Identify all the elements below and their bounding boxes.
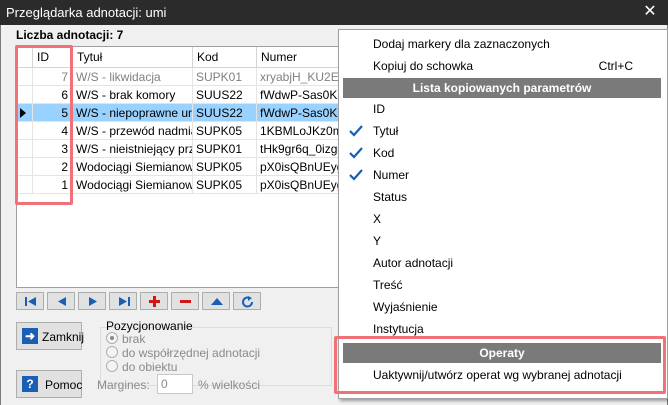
menu-param-label: Kod xyxy=(373,146,395,160)
margins-label: Margines: xyxy=(97,378,150,392)
menu-param-label: Y xyxy=(373,234,382,248)
menu-param-item[interactable]: Autor adnotacji xyxy=(339,252,667,274)
first-icon xyxy=(25,297,36,306)
column-header-title[interactable]: Tytuł xyxy=(73,47,193,67)
menu-param-item[interactable]: Numer xyxy=(339,164,667,186)
menu-param-item[interactable]: Treść xyxy=(339,274,667,296)
menu-param-item[interactable]: ID xyxy=(339,98,667,120)
next-icon xyxy=(89,297,97,306)
menu-param-label: Status xyxy=(373,190,408,204)
margins-row: Margines: 0 % wielkości xyxy=(97,374,260,394)
up-icon xyxy=(211,298,223,305)
menu-param-item[interactable]: Tytuł xyxy=(339,120,667,142)
menu-param-item[interactable]: X xyxy=(339,208,667,230)
table-cell-code: SUUS22 xyxy=(193,104,257,122)
menu-param-item[interactable]: Kod xyxy=(339,142,667,164)
remove-icon xyxy=(180,300,191,303)
menu-param-label: Numer xyxy=(373,168,410,182)
menu-param-item[interactable]: Y xyxy=(339,230,667,252)
table-cell-code: SUUS22 xyxy=(193,86,257,104)
checkmark-icon xyxy=(349,125,363,137)
next-record-button[interactable] xyxy=(78,292,106,310)
prev-record-button[interactable] xyxy=(47,292,75,310)
close-button-label: Zamknij xyxy=(42,330,85,344)
exit-icon: ➜ xyxy=(22,328,38,344)
refresh-button[interactable] xyxy=(233,292,261,310)
operat-highlight xyxy=(334,336,666,394)
table-cell-code: SUPK01 xyxy=(193,140,257,158)
menu-param-label: Treść xyxy=(373,278,403,292)
first-record-button[interactable] xyxy=(16,292,44,310)
radio-object[interactable]: do obiektu xyxy=(106,360,177,374)
checkmark-icon xyxy=(349,147,363,159)
table-cell-code: SUPK05 xyxy=(193,176,257,194)
window-title: Przeglądarka adnotacji: umi xyxy=(6,5,167,20)
positioning-title: Pozycjonowanie xyxy=(106,319,193,333)
last-record-button[interactable] xyxy=(109,292,137,310)
table-cell-code: SUPK01 xyxy=(193,68,257,86)
table-cell-title: W/S - nieistniejący przewó xyxy=(73,140,193,158)
radio-none[interactable]: brak xyxy=(106,332,145,346)
move-up-button[interactable] xyxy=(202,292,230,310)
table-cell-title: W/S - brak komory xyxy=(73,86,193,104)
prev-icon xyxy=(58,297,66,306)
annotation-count: Liczba adnotacji: 7 xyxy=(16,28,124,42)
menu-item-copy[interactable]: Kopiuj do schowka Ctrl+C xyxy=(339,55,667,77)
add-icon xyxy=(149,296,160,307)
radio-annotation-coordinate-label: do współrzędnej adnotacji xyxy=(122,346,261,360)
menu-param-item[interactable]: Wyjaśnienie xyxy=(339,296,667,318)
table-cell-title: Wodociągi Siemianowicki xyxy=(73,158,193,176)
menu-param-item[interactable]: Status xyxy=(339,186,667,208)
menu-item-copy-label: Kopiuj do schowka xyxy=(373,59,474,73)
radio-annotation-coordinate[interactable]: do współrzędnej adnotacji xyxy=(106,346,260,360)
close-icon[interactable]: ✕ xyxy=(640,2,660,22)
table-cell-code: SUPK05 xyxy=(193,122,257,140)
checkmark-icon xyxy=(349,169,363,181)
radio-dot-icon xyxy=(106,332,118,344)
id-column-highlight xyxy=(15,45,73,205)
table-cell-title: W/S - przewód nadmiarow xyxy=(73,122,193,140)
table-cell-code: SUPK05 xyxy=(193,158,257,176)
menu-item-add-markers[interactable]: Dodaj markery dla zaznaczonych xyxy=(339,33,667,55)
menu-param-label: X xyxy=(373,212,382,226)
menu-param-label: Wyjaśnienie xyxy=(373,300,438,314)
menu-item-add-markers-label: Dodaj markery dla zaznaczonych xyxy=(373,37,550,51)
title-bar: Przeglądarka adnotacji: umi ✕ xyxy=(0,0,668,25)
menu-param-label: Tytuł xyxy=(373,124,399,138)
radio-object-label: do obiektu xyxy=(122,360,178,374)
close-button[interactable]: ➜ Zamknij xyxy=(16,322,85,350)
menu-item-copy-shortcut: Ctrl+C xyxy=(598,59,633,73)
radio-dot-icon xyxy=(106,360,118,372)
params-header: Lista kopiowanych parametrów xyxy=(343,78,661,98)
table-cell-title: W/S - likwidacja xyxy=(73,68,193,86)
margins-input[interactable]: 0 xyxy=(157,374,193,394)
help-icon: ? xyxy=(22,376,38,392)
remove-record-button[interactable] xyxy=(171,292,199,310)
margins-suffix: % wielkości xyxy=(198,378,261,392)
radio-dot-icon xyxy=(106,346,118,358)
refresh-icon xyxy=(242,296,254,308)
add-record-button[interactable] xyxy=(140,292,168,310)
last-icon xyxy=(119,297,130,306)
radio-none-label: brak xyxy=(122,332,146,346)
column-header-code[interactable]: Kod xyxy=(193,47,257,67)
help-button-label: Pomoc xyxy=(45,378,83,392)
table-cell-title: Wodociągi Siemianowicki xyxy=(73,176,193,194)
help-button[interactable]: ? Pomoc xyxy=(16,370,82,398)
menu-param-label: ID xyxy=(373,102,385,116)
menu-param-label: Autor adnotacji xyxy=(373,256,454,270)
table-cell-title: W/S - niepoprawne urząd xyxy=(73,104,193,122)
